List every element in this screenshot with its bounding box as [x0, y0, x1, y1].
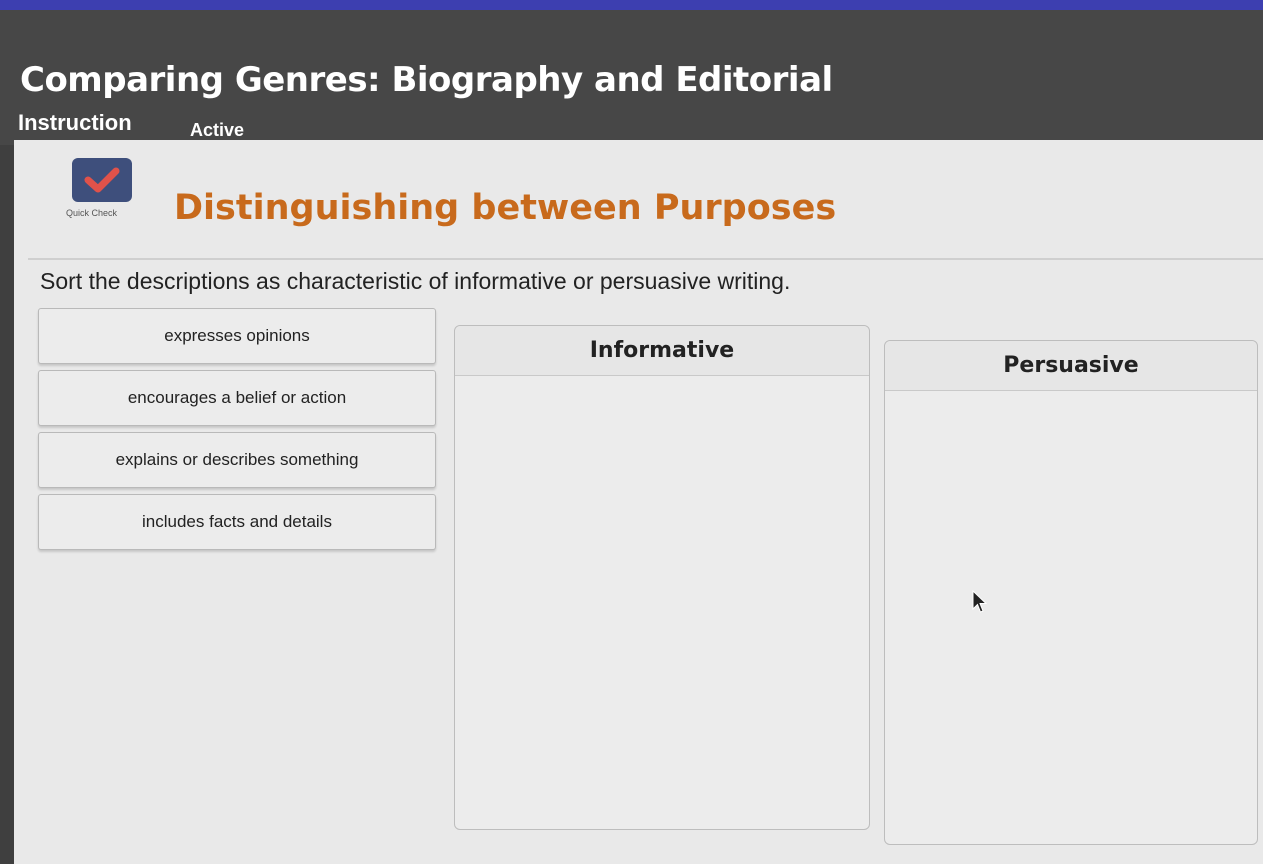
answer-chip-facts-details[interactable]: includes facts and details — [38, 494, 436, 550]
lesson-header: Comparing Genres: Biography and Editoria… — [0, 10, 1263, 145]
status-badge: Active — [190, 120, 245, 140]
checkmark-icon — [72, 158, 132, 202]
informative-dropzone[interactable]: Informative — [454, 325, 870, 830]
persuasive-drop-area[interactable] — [885, 391, 1257, 844]
answer-chip-encourages-belief[interactable]: encourages a belief or action — [38, 370, 436, 426]
divider — [28, 258, 1263, 260]
answer-chip-explains-describes[interactable]: explains or describes something — [38, 432, 436, 488]
answer-chip-expresses-opinions[interactable]: expresses opinions — [38, 308, 436, 364]
mouse-pointer-icon — [972, 590, 988, 613]
lesson-title: Comparing Genres: Biography and Editoria… — [20, 60, 833, 100]
activity-panel: Quick Check Distinguishing between Purpo… — [14, 140, 1263, 864]
quick-check-label: Quick Check — [66, 208, 118, 218]
informative-heading: Informative — [455, 326, 869, 376]
activity-title: Distinguishing between Purposes — [174, 188, 837, 228]
mode-label: Instruction — [18, 110, 132, 135]
persuasive-dropzone[interactable]: Persuasive — [884, 340, 1258, 845]
instructions-text: Sort the descriptions as characteristic … — [40, 268, 791, 294]
persuasive-heading: Persuasive — [885, 341, 1257, 391]
informative-drop-area[interactable] — [455, 376, 869, 829]
browser-top-bar — [0, 0, 1263, 10]
